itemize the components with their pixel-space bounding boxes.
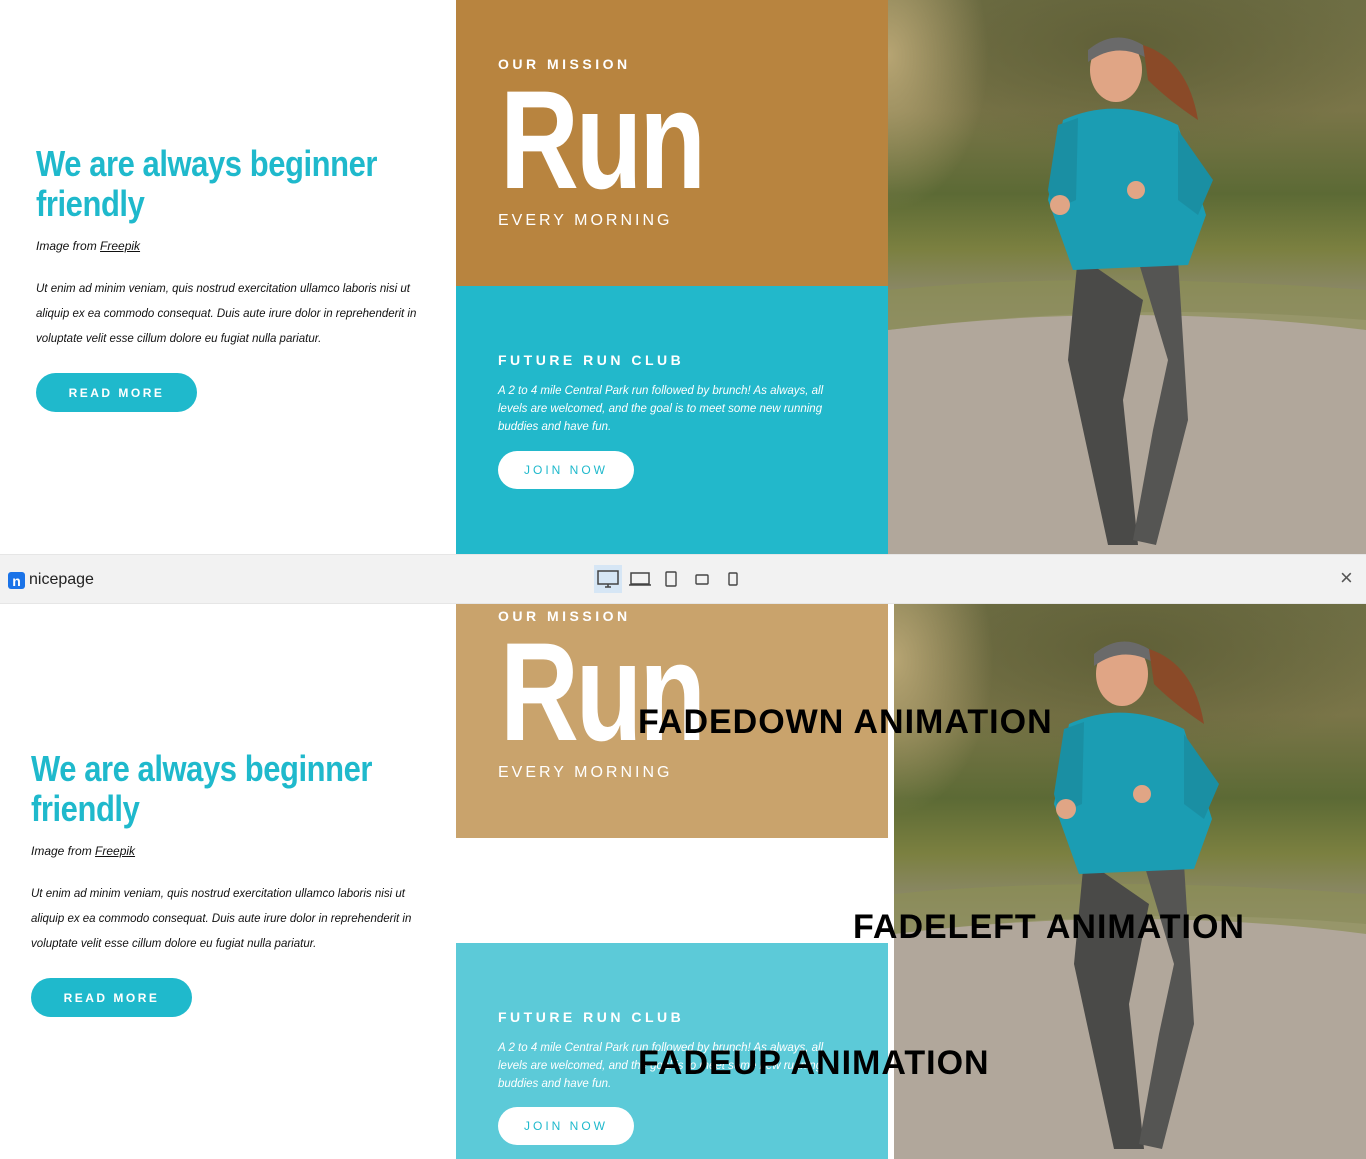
- fadeleft-animation-label: FADELEFT ANIMATION: [853, 908, 1245, 946]
- image-credit-preview: Image from Freepik: [31, 844, 135, 858]
- section-heading: We are always beginner friendly: [36, 143, 378, 224]
- club-description: A 2 to 4 mile Central Park run followed …: [498, 385, 824, 433]
- intro-paragraph-preview: Ut enim ad minim veniam, quis nostrud ex…: [31, 888, 412, 950]
- read-more-button-preview[interactable]: READ MORE: [31, 978, 192, 1017]
- join-now-button[interactable]: JOIN NOW: [498, 451, 634, 489]
- runner-photo: [888, 0, 1366, 554]
- mission-subtitle: EVERY MORNING: [498, 212, 673, 229]
- tablet-landscape-view-button[interactable]: [688, 565, 716, 593]
- close-icon[interactable]: ×: [1340, 567, 1353, 589]
- mission-title: Run: [500, 61, 706, 218]
- image-credit: Image from Freepik: [36, 239, 140, 253]
- fadedown-animation-label: FADEDOWN ANIMATION: [638, 703, 1053, 741]
- mission-block: OUR MISSION Run EVERY MORNING: [456, 0, 888, 286]
- join-now-button-preview[interactable]: JOIN NOW: [498, 1107, 634, 1145]
- phone-icon: [728, 572, 738, 586]
- section-heading-preview: We are always beginner friendly: [31, 748, 373, 829]
- phone-view-button[interactable]: [720, 565, 746, 593]
- fadeup-animation-label: FADEUP ANIMATION: [638, 1044, 990, 1082]
- club-title-preview: FUTURE RUN CLUB: [498, 1009, 685, 1025]
- laptop-icon: [629, 572, 651, 586]
- tablet-icon: [665, 571, 677, 587]
- intro-paragraph: Ut enim ad minim veniam, quis nostrud ex…: [36, 283, 417, 345]
- tablet-landscape-icon: [695, 573, 709, 585]
- freepik-link-preview[interactable]: Freepik: [95, 844, 135, 858]
- credit-prefix: Image from: [36, 239, 101, 253]
- read-more-button[interactable]: READ MORE: [36, 373, 197, 412]
- runner-illustration: [888, 37, 1366, 554]
- credit-prefix-preview: Image from: [31, 844, 96, 858]
- desktop-view-button[interactable]: [594, 565, 622, 593]
- club-title: FUTURE RUN CLUB: [498, 352, 685, 368]
- tablet-view-button[interactable]: [658, 565, 684, 593]
- preview-toolbar: n nicepage ×: [0, 554, 1366, 604]
- nicepage-logo-icon: n: [8, 572, 25, 589]
- club-block: FUTURE RUN CLUB A 2 to 4 mile Central Pa…: [456, 286, 888, 554]
- desktop-icon: [597, 570, 619, 588]
- mission-subtitle-preview: EVERY MORNING: [498, 764, 673, 781]
- freepik-link[interactable]: Freepik: [100, 239, 140, 253]
- nicepage-logo-text: nicepage: [29, 571, 94, 588]
- laptop-view-button[interactable]: [626, 565, 654, 593]
